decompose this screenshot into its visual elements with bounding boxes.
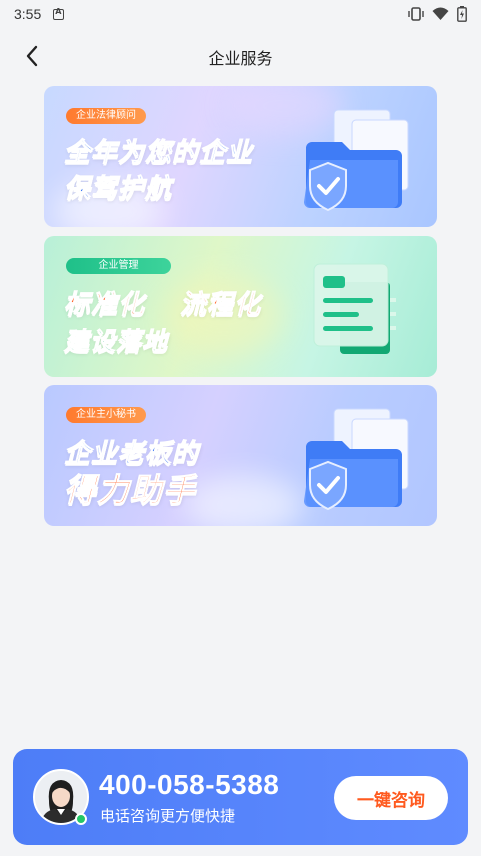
header: 企业服务 <box>0 36 481 76</box>
banner-tag: 企业主小秘书 <box>66 407 146 423</box>
contact-card: 400-058-5388 电话咨询更方便快捷 一键咨询 <box>13 749 468 845</box>
phone-number[interactable]: 400-058-5388 <box>99 769 279 801</box>
banner-tag: 企业管理 <box>66 258 171 274</box>
banner-legal-advisor[interactable]: 企业法律顾问 全年为您的企业 保驾护航 <box>44 86 437 227</box>
banner-headline-line1: 全年为您的企业 <box>63 138 254 169</box>
banner-glow <box>184 475 304 526</box>
banner-headline-line2: 得力助手 <box>63 471 197 510</box>
banner-headline-line1a: 标准化 <box>63 290 146 321</box>
vibrate-icon <box>408 7 424 21</box>
wifi-icon <box>432 7 449 20</box>
banner-enterprise-management[interactable]: 企业管理 标准化 流程化 建设落地 <box>44 236 437 377</box>
document-list-icon <box>313 263 396 354</box>
phone-subtitle: 电话咨询更方便快捷 <box>100 807 236 825</box>
folder-shield-icon <box>304 408 409 511</box>
folder-shield-icon <box>304 109 409 212</box>
page-title: 企业服务 <box>208 49 273 68</box>
banner-headline-line2: 建设落地 <box>63 327 169 357</box>
notification-a-icon <box>53 7 65 20</box>
status-icons <box>408 6 467 22</box>
status-time: 3:55 <box>14 6 42 22</box>
banner-business-owner-secretary[interactable]: 企业主小秘书 企业老板的 得力助手 <box>44 385 437 526</box>
banner-headline-line1b: 流程化 <box>179 290 262 321</box>
status-bar: 3:55 <box>0 0 481 28</box>
battery-icon <box>457 6 467 22</box>
banner-tag: 企业法律顾问 <box>66 108 146 124</box>
one-click-consult-button[interactable]: 一键咨询 <box>334 776 448 820</box>
online-status-dot <box>75 813 87 825</box>
banner-headline-line2: 保驾护航 <box>63 174 173 205</box>
